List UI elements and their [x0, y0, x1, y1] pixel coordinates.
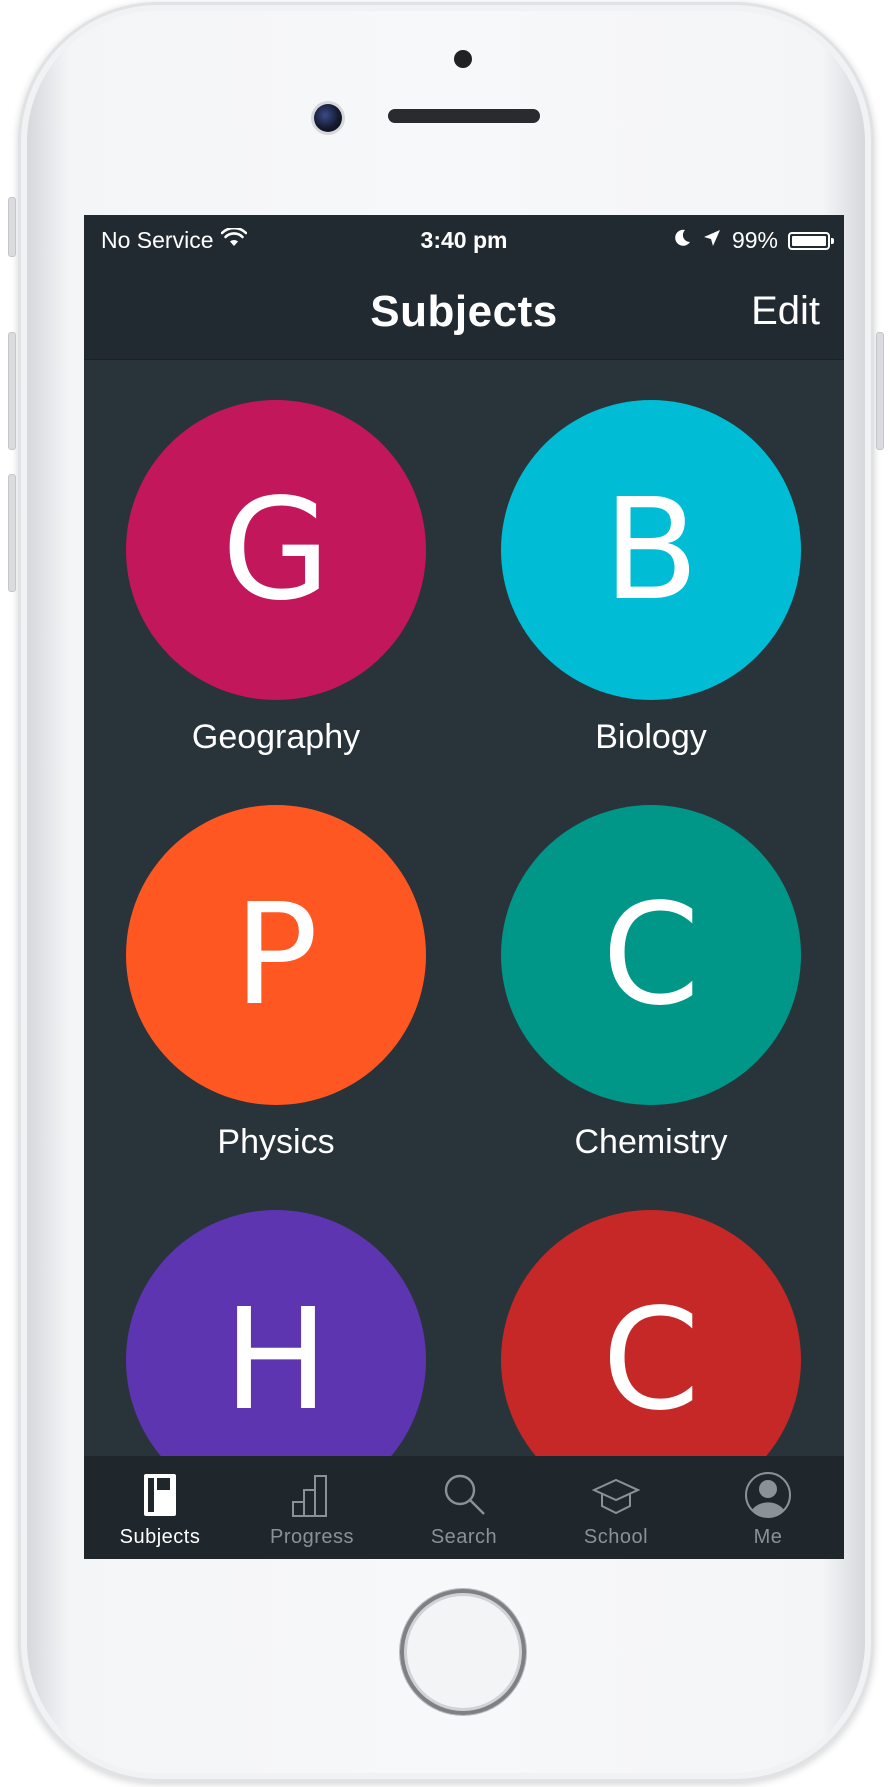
location-arrow-icon [702, 227, 722, 254]
tab-subjects[interactable]: Subjects [84, 1456, 236, 1559]
tab-label: Search [430, 1526, 498, 1548]
subject-tile-geography[interactable]: G Geography [126, 400, 426, 757]
tab-label: School [583, 1526, 649, 1548]
app-screen: No Service 3:40 pm 99% Subjects Edit G G… [84, 215, 844, 1559]
tab-label: Progress [269, 1526, 355, 1548]
subject-avatar: G [126, 400, 426, 700]
subject-avatar: B [501, 400, 801, 700]
subject-avatar: C [501, 1210, 801, 1470]
tab-progress[interactable]: Progress [236, 1456, 388, 1559]
earpiece-speaker [388, 109, 540, 123]
volume-up-button [8, 332, 16, 450]
subject-avatar: H [126, 1210, 426, 1470]
power-button [876, 332, 884, 450]
front-camera [314, 104, 342, 132]
subject-avatar: C [501, 805, 801, 1105]
phone-frame: No Service 3:40 pm 99% Subjects Edit G G… [8, 2, 884, 1782]
tab-label: Me [753, 1526, 783, 1548]
battery-percent: 99% [731, 227, 778, 253]
subject-tile-chemistry[interactable]: C Chemistry [501, 805, 801, 1162]
proximity-sensor [454, 50, 472, 68]
page-title: Subjects [370, 287, 558, 336]
edit-button[interactable]: Edit [751, 289, 820, 334]
notebook-icon [135, 1470, 185, 1520]
subject-label: Biology [595, 718, 707, 756]
subject-avatar: P [126, 805, 426, 1105]
user-avatar-icon [743, 1470, 793, 1520]
battery-icon [788, 231, 834, 250]
subject-label: Chemistry [574, 1123, 728, 1161]
tab-label: Subjects [119, 1526, 201, 1548]
tab-me[interactable]: Me [692, 1456, 844, 1559]
tab-school[interactable]: School [540, 1456, 692, 1559]
subject-label: Physics [217, 1123, 335, 1161]
subject-label: Geography [191, 718, 361, 756]
tab-bar: Subjects Progress Search School Me [84, 1456, 844, 1559]
subject-tile-physics[interactable]: P Physics [126, 805, 426, 1162]
subject-tile-h[interactable]: H [126, 1210, 426, 1470]
volume-down-button [8, 474, 16, 592]
tab-search[interactable]: Search [388, 1456, 540, 1559]
bar-chart-icon [287, 1470, 337, 1520]
subjects-grid: G Geography B Biology P Physics C Chemis… [84, 359, 844, 1470]
subject-tile-biology[interactable]: B Biology [501, 400, 801, 757]
graduation-cap-icon [591, 1470, 641, 1520]
home-button[interactable] [400, 1589, 526, 1715]
moon-icon [672, 227, 692, 254]
subject-tile-c[interactable]: C [501, 1210, 801, 1470]
search-icon [439, 1470, 489, 1520]
mute-switch [8, 197, 16, 257]
status-bar: No Service 3:40 pm 99% [84, 215, 844, 265]
navigation-bar: Subjects Edit [84, 265, 844, 360]
